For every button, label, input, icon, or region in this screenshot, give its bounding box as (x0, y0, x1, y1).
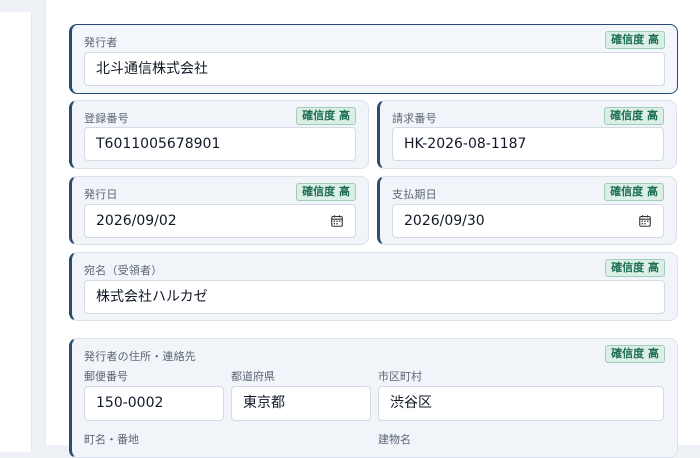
calendar-icon[interactable] (639, 215, 651, 227)
prefecture-input[interactable]: 東京都 (231, 386, 371, 421)
recipient-input[interactable]: 株式会社ハルカゼ (84, 280, 665, 314)
city-input[interactable]: 渋谷区 (378, 386, 664, 421)
postal-code-input[interactable]: 150-0002 (84, 386, 224, 421)
due-date-value: 2026/09/30 (404, 213, 485, 229)
due-date-input[interactable]: 2026/09/30 (392, 204, 664, 238)
city-label: 市区町村 (378, 370, 422, 383)
building-label: 建物名 (378, 433, 411, 446)
due-date-label: 支払期日 (392, 188, 437, 201)
registration-number-input[interactable]: T6011005678901 (84, 127, 356, 161)
issuer-field-card: 発行者 確信度 高 北斗通信株式会社 (69, 24, 678, 94)
postal-code-label: 郵便番号 (84, 370, 128, 383)
issuer-address-label: 発行者の住所・連絡先 (84, 350, 196, 363)
confidence-badge: 確信度 高 (604, 107, 664, 125)
registration-number-field-card: 登録番号 確信度 高 T6011005678901 (69, 100, 369, 169)
confidence-badge: 確信度 高 (605, 31, 665, 49)
issuer-label: 発行者 (84, 36, 118, 49)
street-label: 町名・番地 (84, 433, 139, 446)
issuer-address-card: 発行者の住所・連絡先 確信度 高 郵便番号 150-0002 都道府県 東京都 … (69, 338, 678, 458)
left-panel (0, 12, 32, 452)
issue-date-input[interactable]: 2026/09/02 (84, 204, 356, 238)
prefecture-label: 都道府県 (231, 370, 275, 383)
recipient-label: 宛名（受領者） (84, 264, 163, 277)
due-date-field-card: 支払期日 確信度 高 2026/09/30 (377, 176, 677, 245)
confidence-badge: 確信度 高 (296, 107, 356, 125)
issue-date-label: 発行日 (84, 188, 118, 201)
recipient-field-card: 宛名（受領者） 確信度 高 株式会社ハルカゼ (69, 252, 678, 321)
registration-number-label: 登録番号 (84, 112, 129, 125)
issue-date-field-card: 発行日 確信度 高 2026/09/02 (69, 176, 369, 245)
calendar-icon[interactable] (331, 215, 343, 227)
confidence-badge: 確信度 高 (296, 183, 356, 201)
invoice-number-input[interactable]: HK-2026-08-1187 (392, 127, 664, 161)
confidence-badge: 確信度 高 (605, 259, 665, 277)
issue-date-value: 2026/09/02 (96, 213, 177, 229)
invoice-number-field-card: 請求番号 確信度 高 HK-2026-08-1187 (377, 100, 677, 169)
issuer-input[interactable]: 北斗通信株式会社 (84, 52, 665, 86)
confidence-badge: 確信度 高 (604, 183, 664, 201)
invoice-number-label: 請求番号 (392, 112, 437, 125)
confidence-badge: 確信度 高 (605, 345, 665, 363)
extraction-form-panel: 発行者 確信度 高 北斗通信株式会社 登録番号 確信度 高 T601100567… (45, 0, 700, 458)
